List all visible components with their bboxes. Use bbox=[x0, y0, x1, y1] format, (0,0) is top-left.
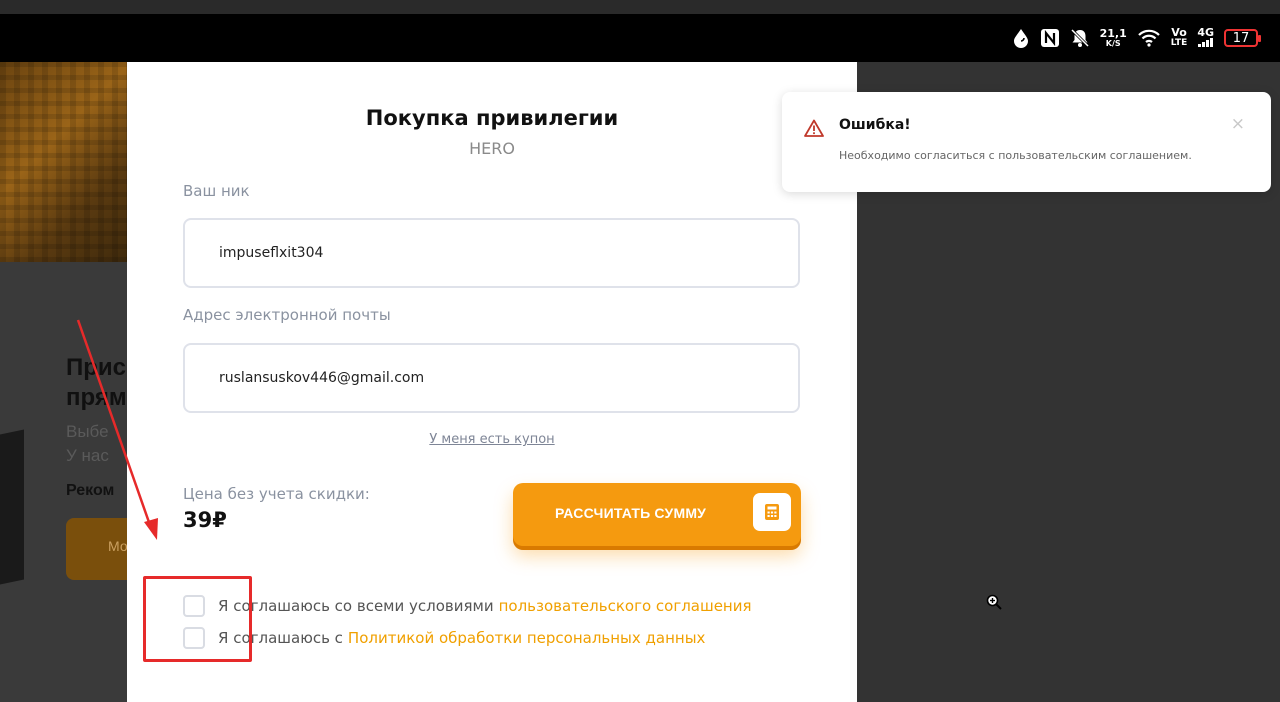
privacy-link[interactable]: Политикой обработки персональных данных bbox=[348, 629, 706, 647]
background-hero-image bbox=[0, 62, 130, 262]
background-text-line2: У нас bbox=[66, 446, 109, 465]
water-drop-icon bbox=[1012, 28, 1030, 48]
coupon-link[interactable]: У меня есть купон bbox=[127, 432, 857, 447]
background-recommended-label: Реком bbox=[66, 482, 115, 499]
close-icon[interactable]: × bbox=[1231, 116, 1245, 133]
agreement-link[interactable]: пользовательского соглашения bbox=[499, 597, 752, 615]
privilege-name: HERO bbox=[469, 139, 515, 158]
background-button-label: Мо bbox=[108, 538, 128, 554]
wifi-icon bbox=[1137, 28, 1161, 48]
background-text-line1: Выбе bbox=[66, 422, 109, 441]
warning-icon bbox=[804, 119, 824, 141]
email-input[interactable] bbox=[183, 343, 800, 413]
privacy-row: Я соглашаюсь с Политикой обработки персо… bbox=[183, 625, 705, 651]
bell-muted-icon bbox=[1070, 28, 1090, 48]
signal-indicator: 4G bbox=[1197, 27, 1214, 49]
background-heading-line2: прям bbox=[66, 384, 127, 411]
price-value: 39₽ bbox=[183, 508, 227, 532]
battery-indicator: 17 bbox=[1224, 29, 1261, 47]
toast-title: Ошибка! bbox=[839, 117, 911, 133]
volte-indicator: Vo LTE bbox=[1171, 27, 1188, 49]
battery-level: 17 bbox=[1232, 30, 1250, 46]
volte-bottom: LTE bbox=[1170, 38, 1188, 48]
toast-message: Необходимо согласиться с пользовательски… bbox=[839, 149, 1192, 162]
email-label: Адрес электронной почты bbox=[183, 306, 391, 324]
modal-title: Покупка привилегии bbox=[365, 106, 619, 130]
background-device-image bbox=[0, 429, 24, 585]
agreement-text: Я соглашаюсь со всеми условиями bbox=[218, 597, 494, 615]
signal-bars-icon bbox=[1197, 38, 1214, 49]
network-speed: 21,1 K/S bbox=[1100, 28, 1127, 48]
nick-input[interactable] bbox=[183, 218, 800, 288]
calculate-sum-button[interactable]: РАССЧИТАТЬ СУММУ bbox=[513, 483, 801, 546]
zoom-cursor-icon bbox=[986, 594, 1002, 614]
calculator-icon bbox=[753, 493, 791, 531]
top-strip bbox=[0, 0, 1280, 14]
price-label: Цена без учета скидки: bbox=[183, 485, 370, 503]
volte-top: Vo bbox=[1171, 26, 1187, 39]
status-bar: 21,1 K/S Vo LTE 4G 17 bbox=[0, 14, 1280, 62]
annotation-highlight-box bbox=[143, 576, 252, 662]
network-speed-value: 21,1 bbox=[1099, 27, 1127, 40]
agreement-row: Я соглашаюсь со всеми условиями пользова… bbox=[183, 593, 752, 619]
network-speed-unit: K/S bbox=[1105, 39, 1121, 48]
background-heading-line1: Прис bbox=[66, 354, 127, 381]
nick-label: Ваш ник bbox=[183, 182, 250, 200]
nfc-icon bbox=[1040, 28, 1060, 48]
error-toast: Ошибка! Необходимо согласиться с пользов… bbox=[782, 92, 1271, 192]
network-type: 4G bbox=[1197, 26, 1214, 39]
calculate-sum-label: РАССЧИТАТЬ СУММУ bbox=[555, 505, 707, 521]
